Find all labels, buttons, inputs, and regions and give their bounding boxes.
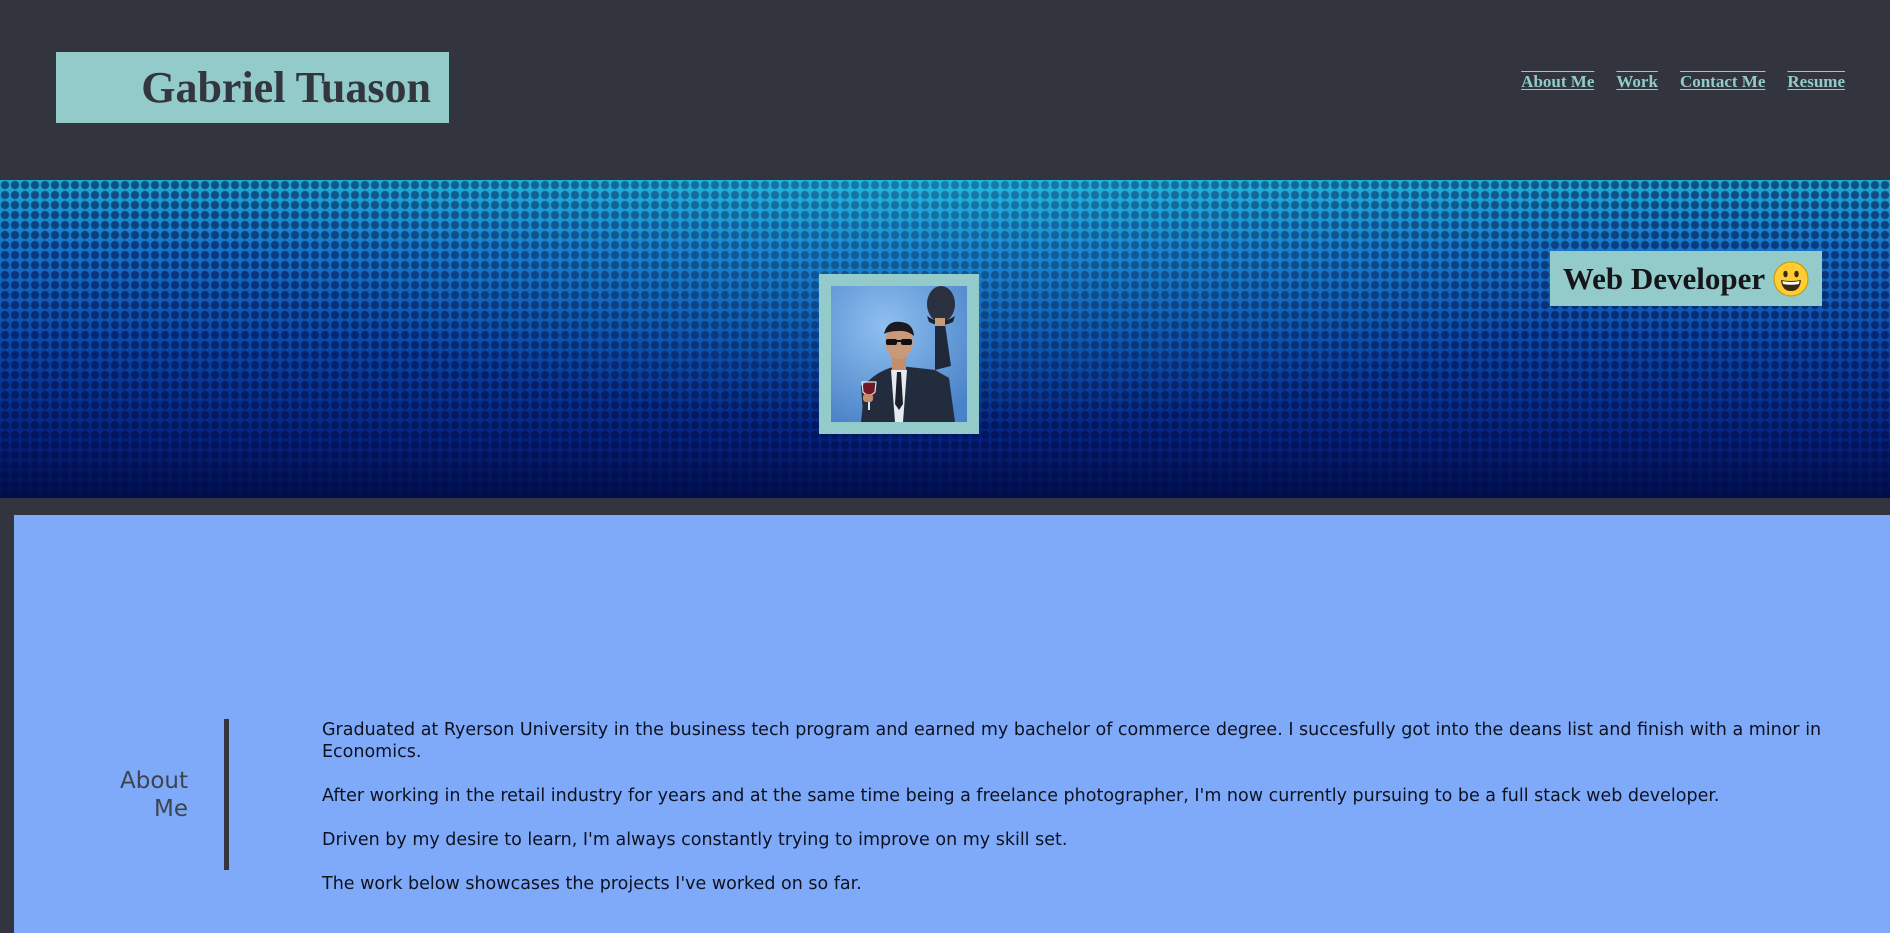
role-badge: Web Developer [1550,251,1822,306]
about-paragraph: Driven by my desire to learn, I'm always… [322,830,1068,850]
profile-photo-frame [819,274,979,434]
about-paragraph: The work below showcases the projects I'… [322,874,862,894]
main-nav: About Me Work Contact Me Resume [1521,72,1845,92]
nav-link-resume[interactable]: Resume [1787,72,1845,92]
site-name: Gabriel Tuason [141,63,431,112]
role-title: Web Developer [1562,260,1766,296]
about-body: Graduated at Ryerson University in the b… [322,719,1882,917]
nav-link-contact-me[interactable]: Contact Me [1680,72,1765,92]
profile-photo [831,286,967,422]
about-divider [224,719,229,870]
nav-link-work[interactable]: Work [1616,72,1658,92]
nav-link-about-me[interactable]: About Me [1521,72,1594,92]
about-heading: About Me [119,768,188,822]
site-logo[interactable]: Gabriel Tuason [56,52,449,123]
grinning-face-icon [1773,261,1809,296]
hero-banner: Web Developer [0,180,1890,498]
about-paragraph: Graduated at Ryerson University in the b… [322,720,1822,762]
about-section: About Me Graduated at Ryerson University… [14,515,1890,933]
site-header: Gabriel Tuason About Me Work Contact Me … [0,0,1890,180]
about-paragraph: After working in the retail industry for… [322,786,1720,806]
